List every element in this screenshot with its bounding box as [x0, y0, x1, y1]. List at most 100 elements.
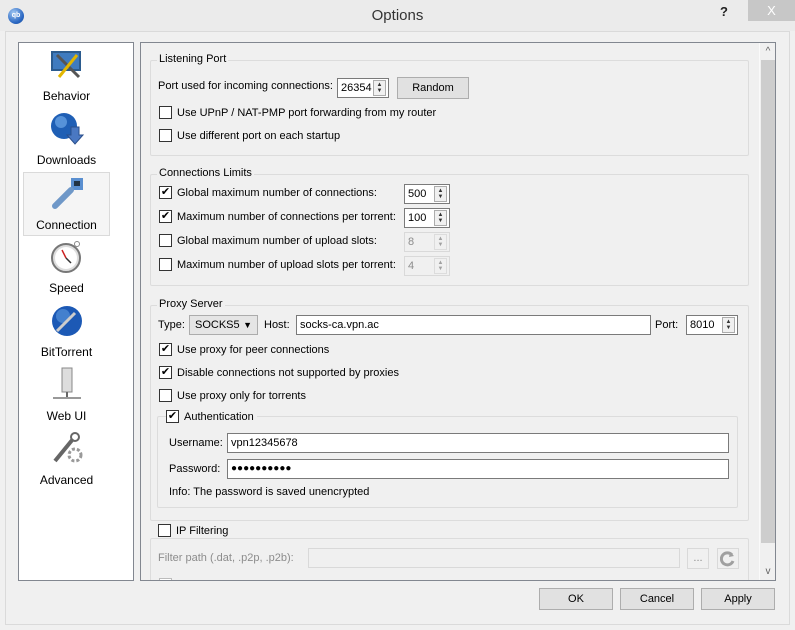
- different-port-label: Use different port on each startup: [177, 129, 341, 142]
- per-torrent-connections-checkbox[interactable]: ✔: [159, 210, 172, 223]
- group-title: Proxy Server: [157, 298, 225, 310]
- global-max-connections-checkbox[interactable]: ✔: [159, 186, 172, 199]
- scroll-down-icon[interactable]: v: [760, 563, 776, 580]
- proxy-type-label: Type:: [158, 319, 185, 331]
- ip-filtering-checkbox-row[interactable]: IP Filtering: [158, 524, 232, 537]
- cancel-button[interactable]: Cancel: [620, 588, 694, 610]
- incoming-port-row: Port used for incoming connections:: [158, 80, 333, 92]
- browse-filter-button[interactable]: ...: [687, 548, 709, 569]
- connection-settings-panel: Listening Port Port used for incoming co…: [140, 42, 776, 581]
- ok-button[interactable]: OK: [539, 588, 613, 610]
- window-title: Options: [371, 7, 424, 24]
- sidebar-item-advanced[interactable]: Advanced: [23, 428, 110, 492]
- proxy-type-select[interactable]: SOCKS5 ▼: [189, 315, 258, 335]
- sidebar-item-webui[interactable]: Web UI: [23, 364, 110, 428]
- spin-arrows-icon[interactable]: ▲ ▼: [722, 317, 735, 333]
- sidebar-item-bittorrent[interactable]: BitTorrent: [23, 300, 110, 364]
- authentication-checkbox[interactable]: ✔: [166, 410, 179, 423]
- spinbox-value: 100: [408, 212, 427, 224]
- proxy-peer-row[interactable]: ✔ Use proxy for peer connections: [159, 343, 329, 356]
- proxy-host-label: Host:: [264, 319, 290, 331]
- proxy-torrents-only-row[interactable]: Use proxy only for torrents: [159, 389, 306, 402]
- spinbox-value: 8: [408, 236, 415, 248]
- sidebar-item-behavior[interactable]: Behavior: [23, 44, 110, 108]
- spinbox-value: 26354: [341, 82, 372, 94]
- sidebar-item-connection[interactable]: Connection: [23, 172, 110, 236]
- username-input[interactable]: vpn12345678: [227, 433, 729, 453]
- upload-slots-per-torrent-label: Maximum number of upload slots per torre…: [177, 258, 396, 271]
- upnp-checkbox-row[interactable]: Use UPnP / NAT-PMP port forwarding from …: [159, 106, 436, 119]
- upload-slots-per-torrent-row[interactable]: Maximum number of upload slots per torre…: [159, 258, 396, 271]
- ip-filtering-checkbox[interactable]: [158, 524, 171, 537]
- proxy-type-row: Type:: [158, 319, 185, 331]
- proxy-torrents-only-checkbox[interactable]: [159, 389, 172, 402]
- group-title: Listening Port: [157, 53, 229, 65]
- advanced-icon: [52, 432, 82, 463]
- spin-arrows-icon[interactable]: ▲ ▼: [434, 186, 447, 202]
- proxy-peer-checkbox[interactable]: ✔: [159, 343, 172, 356]
- chevron-down-icon: ▼: [243, 320, 252, 330]
- reload-icon: [719, 551, 735, 567]
- partially-hidden-checkbox[interactable]: [159, 578, 172, 580]
- upload-slots-per-torrent-checkbox[interactable]: [159, 258, 172, 271]
- help-button[interactable]: ?: [720, 4, 728, 19]
- spin-arrows-icon[interactable]: ▲ ▼: [373, 80, 386, 96]
- title-bar: qb Options ? X: [0, 0, 795, 31]
- apply-button[interactable]: Apply: [701, 588, 775, 610]
- global-max-connections-row[interactable]: ✔ Global maximum number of connections:: [159, 186, 377, 199]
- proxy-type-value: SOCKS5: [195, 319, 240, 331]
- global-upload-slots-row[interactable]: Global maximum number of upload slots:: [159, 234, 377, 247]
- disable-unsupported-label: Disable connections not supported by pro…: [177, 366, 399, 379]
- spin-arrows-icon[interactable]: ▲ ▼: [434, 210, 447, 226]
- password-input[interactable]: ●●●●●●●●●●: [227, 459, 729, 479]
- global-upload-slots-checkbox[interactable]: [159, 234, 172, 247]
- scrollbar-thumb[interactable]: [761, 60, 775, 543]
- proxy-port-label: Port:: [655, 319, 679, 331]
- proxy-host-label-row: Host:: [264, 319, 290, 331]
- per-torrent-connections-label: Maximum number of connections per torren…: [177, 210, 396, 223]
- global-max-connections-label: Global maximum number of connections:: [177, 186, 377, 199]
- authentication-checkbox-row[interactable]: ✔ Authentication: [166, 410, 257, 423]
- upnp-checkbox[interactable]: [159, 106, 172, 119]
- sidebar-item-label: BitTorrent: [40, 345, 93, 359]
- close-button[interactable]: X: [748, 0, 795, 21]
- sidebar-item-downloads[interactable]: Downloads: [23, 108, 110, 172]
- disable-unsupported-row[interactable]: ✔ Disable connections not supported by p…: [159, 366, 399, 379]
- sidebar-item-label: Advanced: [39, 473, 94, 487]
- downloads-icon: [50, 113, 84, 145]
- proxy-port-spinbox[interactable]: 8010 ▲ ▼: [686, 315, 738, 335]
- different-port-checkbox[interactable]: [159, 129, 172, 142]
- spin-arrows-icon[interactable]: ▲ ▼: [434, 234, 447, 250]
- password-info-text: Info: The password is saved unencrypted: [169, 486, 370, 498]
- filter-path-input[interactable]: [308, 548, 680, 568]
- upload-slots-per-torrent-spinbox[interactable]: 4 ▲ ▼: [404, 256, 450, 276]
- proxy-torrents-only-label: Use proxy only for torrents: [177, 389, 306, 402]
- per-torrent-connections-spinbox[interactable]: 100 ▲ ▼: [404, 208, 450, 228]
- spinbox-value: 4: [408, 260, 415, 272]
- sidebar-item-label: Speed: [49, 281, 84, 295]
- proxy-host-input[interactable]: socks-ca.vpn.ac: [296, 315, 651, 335]
- scroll-up-icon[interactable]: ^: [760, 43, 776, 60]
- global-max-connections-spinbox[interactable]: 500 ▲ ▼: [404, 184, 450, 204]
- sidebar-item-label: Downloads: [36, 153, 97, 167]
- username-label-row: Username:: [169, 437, 223, 449]
- per-torrent-connections-row[interactable]: ✔ Maximum number of connections per torr…: [159, 210, 396, 223]
- random-port-button[interactable]: Random: [397, 77, 469, 99]
- disable-unsupported-checkbox[interactable]: ✔: [159, 366, 172, 379]
- different-port-checkbox-row[interactable]: Use different port on each startup: [159, 129, 340, 142]
- sidebar-item-label: Connection: [36, 218, 97, 232]
- incoming-port-label: Port used for incoming connections:: [158, 80, 333, 92]
- spinbox-value: 500: [408, 188, 427, 200]
- incoming-port-spinbox[interactable]: 26354 ▲ ▼: [337, 78, 389, 98]
- username-label: Username:: [169, 437, 223, 449]
- speed-icon: [50, 241, 81, 273]
- spin-arrows-icon[interactable]: ▲ ▼: [434, 258, 447, 274]
- upnp-label: Use UPnP / NAT-PMP port forwarding from …: [177, 106, 437, 119]
- content-scrollbar[interactable]: ^ v: [759, 43, 775, 580]
- sidebar-item-speed[interactable]: Speed: [23, 236, 110, 300]
- password-label: Password:: [169, 463, 221, 475]
- connection-icon: [51, 178, 83, 209]
- reload-filter-button[interactable]: [717, 548, 739, 569]
- behavior-icon: [50, 51, 81, 79]
- global-upload-slots-spinbox[interactable]: 8 ▲ ▼: [404, 232, 450, 252]
